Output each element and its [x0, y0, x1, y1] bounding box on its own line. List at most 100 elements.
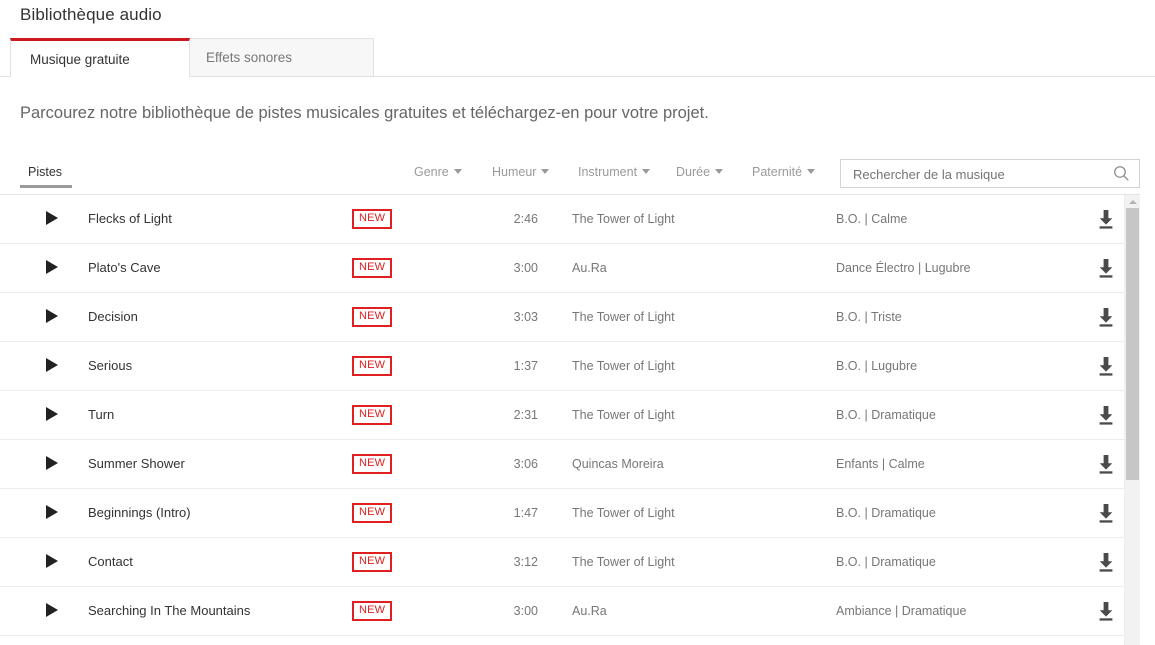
- track-duration: 2:31: [513, 408, 538, 422]
- play-icon[interactable]: [46, 554, 58, 568]
- table-row[interactable]: Decision NEW 3:03 The Tower of Light B.O. | …: [0, 293, 1140, 342]
- track-genre-mood: B.O. | Lugubre: [836, 359, 918, 373]
- track-genre-mood: B.O. | Dramatique: [836, 555, 936, 569]
- track-duration: 1:37: [513, 359, 538, 373]
- download-icon[interactable]: [1094, 404, 1118, 427]
- play-icon[interactable]: [46, 505, 58, 519]
- track-artist: The Tower of Light: [572, 506, 675, 520]
- tab-musique-gratuite[interactable]: Musique gratuite: [10, 38, 190, 78]
- track-list-scrollbar[interactable]: [1124, 195, 1140, 645]
- search-input[interactable]: [851, 160, 1105, 189]
- scroll-up-arrow-icon: [1128, 200, 1137, 204]
- table-row[interactable]: Plato's Cave NEW 3:00 Au.Ra Dance Électro | …: [0, 244, 1140, 293]
- track-title: Contact: [88, 554, 133, 569]
- tab-effets-sonores[interactable]: Effets sonores: [190, 38, 374, 77]
- filter-paternite[interactable]: Paternité: [752, 165, 816, 179]
- status-badge: NEW: [352, 552, 393, 572]
- status-badge: NEW: [352, 405, 393, 425]
- column-header-tracks[interactable]: Pistes: [28, 165, 62, 179]
- track-artist: The Tower of Light: [572, 359, 675, 373]
- status-badge: NEW: [352, 454, 393, 474]
- play-icon[interactable]: [46, 456, 58, 470]
- status-badge: NEW: [352, 307, 393, 327]
- table-row[interactable]: Searching In The Mountains NEW 3:00 Au.Ra Am…: [0, 587, 1140, 636]
- track-title: Searching In The Mountains: [88, 603, 251, 618]
- search-box[interactable]: [840, 159, 1140, 189]
- table-row[interactable]: Contact NEW 3:12 The Tower of Light B.O. | D…: [0, 538, 1140, 587]
- audio-library-page: Bibliothèque audio Musique gratuite Effe…: [0, 0, 1155, 645]
- track-title: Turn: [88, 407, 115, 422]
- filter-label: Genre: [414, 165, 449, 179]
- column-header-tracks-underline: [20, 185, 72, 188]
- filter-label: Humeur: [492, 165, 537, 179]
- tab-label: Effets sonores: [206, 50, 293, 65]
- track-artist: Quincas Moreira: [572, 457, 664, 471]
- status-badge: NEW: [352, 258, 393, 278]
- track-title: Beginnings (Intro): [88, 505, 191, 520]
- table-row[interactable]: Summer Shower NEW 3:06 Quincas Moreira Enfan…: [0, 440, 1140, 489]
- download-icon[interactable]: [1094, 306, 1118, 329]
- scroll-up-button[interactable]: [1125, 195, 1140, 208]
- filter-instrument[interactable]: Instrument: [578, 165, 651, 179]
- track-artist: The Tower of Light: [572, 310, 675, 324]
- download-icon[interactable]: [1094, 208, 1118, 231]
- filter-humeur[interactable]: Humeur: [492, 165, 550, 179]
- download-icon[interactable]: [1094, 551, 1118, 574]
- track-duration: 3:00: [513, 604, 538, 618]
- play-icon[interactable]: [46, 309, 58, 323]
- search-icon[interactable]: [1113, 165, 1130, 182]
- track-artist: The Tower of Light: [572, 555, 675, 569]
- track-genre-mood: Ambiance | Dramatique: [836, 604, 967, 618]
- status-badge: NEW: [352, 356, 393, 376]
- filter-label: Instrument: [578, 165, 638, 179]
- chevron-down-icon: [453, 169, 462, 174]
- play-icon[interactable]: [46, 260, 58, 274]
- intro-text: Parcourez notre bibliothèque de pistes m…: [20, 104, 709, 122]
- download-icon[interactable]: [1094, 257, 1118, 280]
- track-genre-mood: Dance Électro | Lugubre: [836, 261, 971, 275]
- download-icon[interactable]: [1094, 600, 1118, 623]
- status-badge: NEW: [352, 503, 393, 523]
- download-icon[interactable]: [1094, 453, 1118, 476]
- chevron-down-icon: [642, 169, 651, 174]
- tab-bar: Musique gratuite Effets sonores: [0, 38, 1155, 78]
- table-row[interactable]: Flecks of Light NEW 2:46 The Tower of Light…: [0, 195, 1140, 244]
- play-icon[interactable]: [46, 358, 58, 372]
- track-title: Decision: [88, 309, 138, 324]
- play-icon[interactable]: [46, 211, 58, 225]
- download-icon[interactable]: [1094, 502, 1118, 525]
- track-duration: 1:47: [513, 506, 538, 520]
- download-icon[interactable]: [1094, 355, 1118, 378]
- filter-genre[interactable]: Genre: [414, 165, 462, 179]
- table-row[interactable]: Beginnings (Intro) NEW 1:47 The Tower of Li…: [0, 489, 1140, 538]
- track-genre-mood: B.O. | Dramatique: [836, 506, 936, 520]
- tab-label: Musique gratuite: [30, 51, 130, 67]
- track-duration: 3:12: [513, 555, 538, 569]
- filter-label: Paternité: [752, 165, 803, 179]
- track-duration: 2:46: [513, 212, 538, 226]
- track-duration: 3:00: [513, 261, 538, 275]
- page-title: Bibliothèque audio: [20, 5, 162, 24]
- status-badge: NEW: [352, 601, 393, 621]
- table-row[interactable]: Turn NEW 2:31 The Tower of Light B.O. | Dram…: [0, 391, 1140, 440]
- track-title: Plato's Cave: [88, 260, 161, 275]
- track-artist: The Tower of Light: [572, 212, 675, 226]
- play-icon[interactable]: [46, 603, 58, 617]
- filter-duree[interactable]: Durée: [676, 165, 724, 179]
- track-title: Summer Shower: [88, 456, 185, 471]
- track-genre-mood: B.O. | Dramatique: [836, 408, 936, 422]
- chevron-down-icon: [715, 169, 724, 174]
- scrollbar-thumb[interactable]: [1126, 208, 1139, 480]
- track-list[interactable]: Flecks of Light NEW 2:46 The Tower of Light…: [0, 195, 1140, 645]
- play-icon[interactable]: [46, 407, 58, 421]
- track-artist: Au.Ra: [572, 604, 607, 618]
- track-title: Serious: [88, 358, 133, 373]
- track-duration: 3:06: [513, 457, 538, 471]
- chevron-down-icon: [541, 169, 550, 174]
- table-row[interactable]: Serious NEW 1:37 The Tower of Light B.O. | L…: [0, 342, 1140, 391]
- track-artist: The Tower of Light: [572, 408, 675, 422]
- chevron-down-icon: [807, 169, 816, 174]
- track-title: Flecks of Light: [88, 211, 172, 226]
- track-genre-mood: Enfants | Calme: [836, 457, 925, 471]
- status-badge: NEW: [352, 209, 393, 229]
